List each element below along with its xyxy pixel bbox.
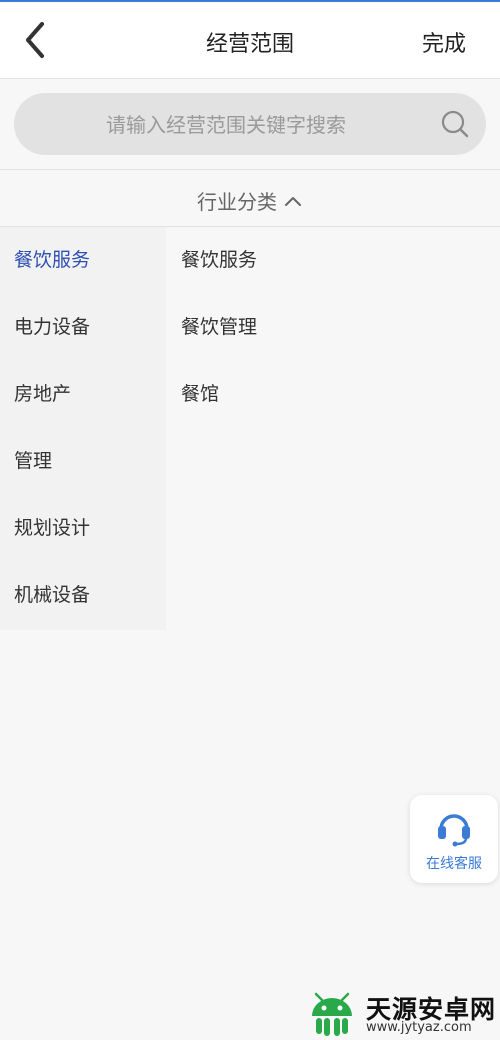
chevron-up-icon — [285, 196, 301, 206]
headset-icon — [438, 814, 470, 847]
category-item-machinery[interactable]: 机械设备 — [0, 562, 166, 629]
category-item-catering[interactable]: 餐饮服务 — [0, 227, 166, 294]
online-customer-service-label: 在线客服 — [426, 856, 482, 872]
search-bar[interactable] — [14, 93, 486, 157]
category-item-real-estate[interactable]: 房地产 — [0, 361, 166, 428]
android-logo-icon — [312, 992, 352, 1036]
industry-category-label: 行业分类 — [197, 190, 277, 214]
scope-option-restaurant[interactable]: 餐馆 — [166, 361, 500, 428]
search-input[interactable] — [34, 93, 418, 157]
category-item-planning-design[interactable]: 规划设计 — [0, 495, 166, 562]
search-area — [0, 79, 500, 170]
watermark: 天源安卓网 www.jytyaz.com — [300, 990, 500, 1040]
done-button[interactable]: 完成 — [422, 26, 466, 58]
nav-bar: 经营范围 完成 — [0, 2, 500, 79]
watermark-url: www.jytyaz.com — [366, 1020, 472, 1035]
online-customer-service-button[interactable]: 在线客服 — [410, 795, 498, 883]
category-item-management[interactable]: 管理 — [0, 428, 166, 495]
scope-option-catering-service[interactable]: 餐饮服务 — [166, 227, 500, 294]
search-icon[interactable] — [440, 109, 470, 139]
category-item-power-equipment[interactable]: 电力设备 — [0, 294, 166, 361]
industry-category-toggle[interactable]: 行业分类 — [0, 170, 500, 227]
scope-option-list: 餐饮服务 餐饮管理 餐馆 — [166, 227, 500, 630]
scope-option-catering-management[interactable]: 餐饮管理 — [166, 294, 500, 361]
category-sidebar: 餐饮服务 电力设备 房地产 管理 规划设计 机械设备 — [0, 227, 166, 630]
